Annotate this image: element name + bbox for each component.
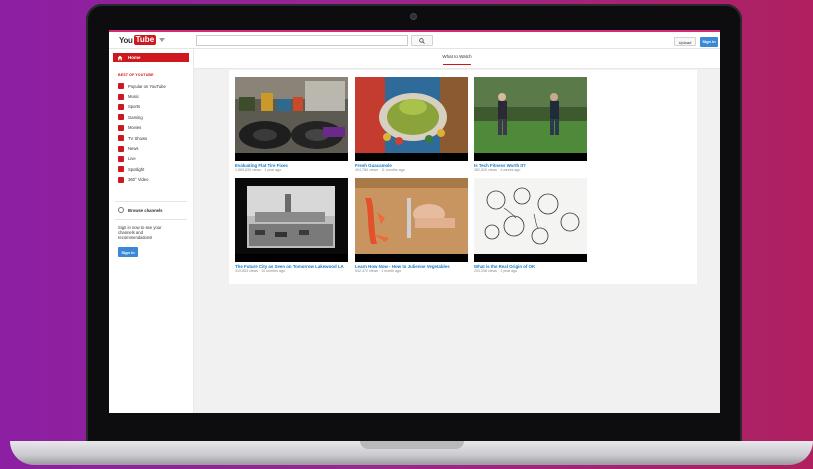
channel-icon [118,135,124,142]
video-card[interactable]: Evaluating Flat Tire Fixes 1,889,835 vie… [235,77,348,173]
thumbnail-image [474,178,587,254]
sidebar-item-label: Gaming [128,114,143,120]
youtube-header: You Tube Upload Sign in [109,32,720,49]
sidebar-item-label: Spotlight [128,166,145,172]
sign-in-button[interactable]: Sign in [700,37,718,47]
channel-icon [118,93,124,100]
video-meta: 1,889,835 views · 1 year ago [235,168,282,173]
video-meta: 319,653 views · 10 months ago [235,269,285,274]
upload-button[interactable]: Upload [674,37,696,46]
sidebar-item-label: Movies [128,125,142,131]
view-count: 404,789 views [355,168,378,173]
sidebar-item-home[interactable]: Home [113,53,189,62]
sidebar-divider [115,219,187,220]
video-card[interactable]: What is the Real Origin of OK 203,298 vi… [474,178,587,274]
chevron-down-icon[interactable] [159,38,166,42]
channel-icon [118,166,124,173]
sidebar-item-live[interactable]: Live [118,154,190,164]
upload-age: 11 months ago [381,168,405,173]
guide-sidebar: Home Best of YouTube Popular on YouTube … [109,49,194,413]
sidebar-item-spotlight[interactable]: Spotlight [118,164,190,174]
laptop-base [10,441,813,465]
laptop-notch [360,441,464,449]
sidebar-item-label: News [128,146,139,152]
channel-icon [118,176,124,183]
youtube-logo[interactable]: You Tube [119,35,166,45]
thumbnail-image [355,77,468,153]
logo-you-text: You [119,35,133,45]
search-icon [419,37,425,44]
sidebar-item-label: Sports [128,104,141,110]
home-icon [117,55,123,60]
upload-age: 10 months ago [261,269,285,274]
video-card[interactable]: The Future City as Seen on Tomorrow Lake… [235,178,348,274]
sidebar-divider [115,201,187,202]
logo-tube-text: Tube [133,35,157,45]
video-meta: 404,789 views · 11 months ago [355,168,405,173]
thumbnail-image [235,77,348,153]
channel-icon [118,145,124,152]
laptop-lid: You Tube Upload Sign in Home Best of You… [86,4,742,444]
video-thumbnail[interactable] [355,77,468,161]
sidebar-section-title: Best of YouTube [118,73,154,77]
view-count: 203,298 views [474,269,497,274]
sidebar-item-movies[interactable]: Movies [118,123,190,133]
sidebar-item-label: Home [128,55,141,60]
feed-tabs: What to Watch [194,49,720,69]
signin-prompt-text: Sign in now to see your channels and rec… [118,225,162,241]
video-meta: 542,472 views · 1 month ago [355,269,402,274]
active-tab-indicator [443,64,471,65]
thumbnail-image [355,178,468,254]
video-thumbnail[interactable] [474,178,587,262]
view-count: 542,472 views [355,269,378,274]
upload-age: 1 month ago [381,269,402,274]
sidebar-item-popular[interactable]: Popular on YouTube [118,81,190,91]
sidebar-item-tv-shows[interactable]: TV Shows [118,133,190,143]
channel-icon [118,155,124,162]
search-button[interactable] [411,35,433,46]
video-card[interactable]: Fresh Guacamole 404,789 views · 11 month… [355,77,468,173]
browse-channels-label: Browse channels [128,207,163,213]
sidebar-item-label: Live [128,156,136,162]
channel-icon [118,124,124,131]
sidebar-sign-in-button[interactable]: Sign in [118,247,138,257]
channel-icon [118,103,124,110]
upload-age: 1 year ago [264,168,282,173]
sidebar-item-label: TV Shows [128,135,148,141]
video-card[interactable]: Is Tech Fitness Worth It? 382,529 views … [474,77,587,173]
sidebar-item-label: 360° Video [128,177,149,183]
sidebar-item-label: Music [128,94,139,100]
plus-circle-icon [118,207,124,213]
channel-icon [118,83,124,90]
video-card[interactable]: Learn How Now - How to Julienne Vegetabl… [355,178,468,274]
thumbnail-image [235,178,348,254]
sidebar-item-music[interactable]: Music [118,91,190,101]
view-count: 1,889,835 views [235,168,261,173]
upload-age: 1 year ago [500,269,518,274]
search-input[interactable] [196,35,408,46]
video-meta: 203,298 views · 1 year ago [474,269,518,274]
channel-icon [118,114,124,121]
upload-age: 4 weeks ago [500,168,521,173]
video-thumbnail[interactable] [355,178,468,262]
video-thumbnail[interactable] [235,178,348,262]
sidebar-item-360-video[interactable]: 360° Video [118,175,190,185]
browse-channels-link[interactable]: Browse channels [118,207,162,213]
tab-what-to-watch[interactable]: What to Watch [424,54,490,59]
sidebar-item-gaming[interactable]: Gaming [118,112,190,122]
sidebar-item-label: Popular on YouTube [128,83,166,89]
screen: You Tube Upload Sign in Home Best of You… [109,30,720,413]
video-feed: Evaluating Flat Tire Fixes 1,889,835 vie… [229,70,697,284]
video-thumbnail[interactable] [474,77,587,161]
view-count: 382,529 views [474,168,497,173]
sidebar-item-sports[interactable]: Sports [118,102,190,112]
view-count: 319,653 views [235,269,258,274]
webcam-icon [410,13,417,20]
thumbnail-image [474,77,587,153]
video-thumbnail[interactable] [235,77,348,161]
sidebar-item-news[interactable]: News [118,143,190,153]
sidebar-channel-list: Popular on YouTube Music Sports Gaming M… [118,81,190,185]
video-meta: 382,529 views · 4 weeks ago [474,168,521,173]
